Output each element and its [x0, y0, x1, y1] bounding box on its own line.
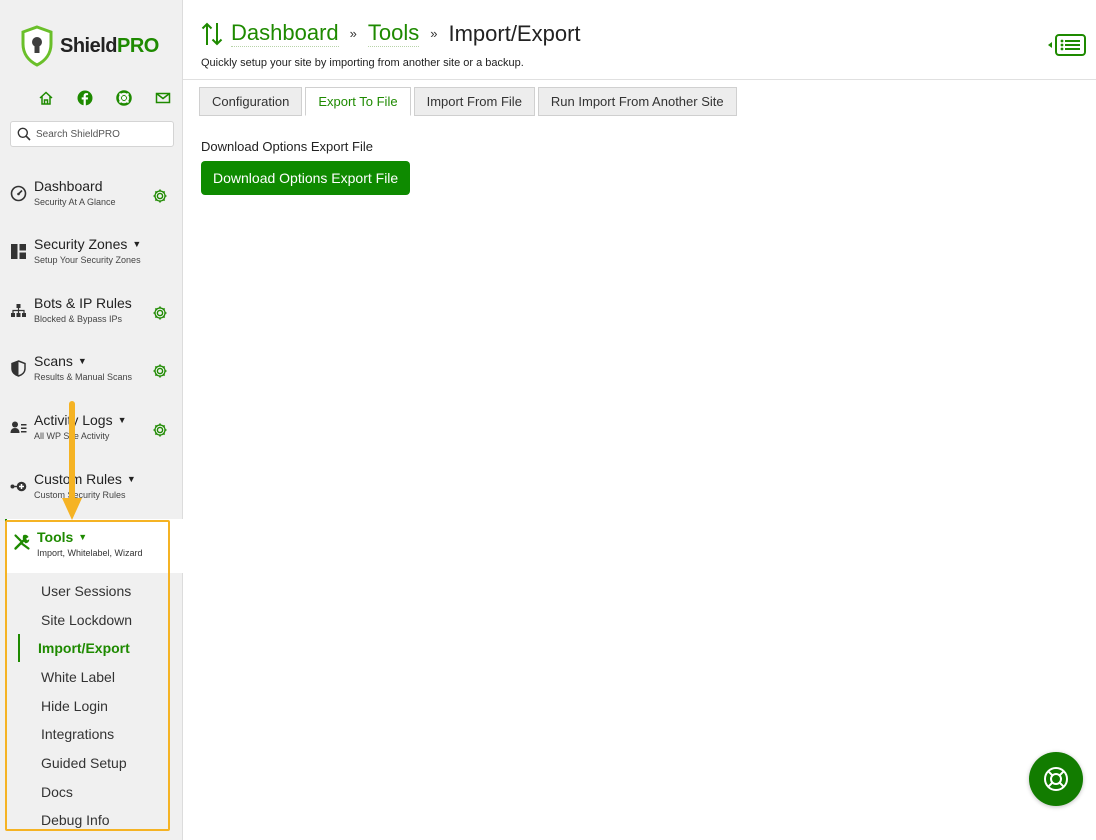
search-icon: [17, 127, 31, 141]
gear-icon[interactable]: [152, 305, 168, 321]
help-button[interactable]: [1029, 752, 1083, 806]
gear-icon[interactable]: [152, 363, 168, 379]
shield-lock-icon: [21, 25, 53, 67]
speedometer-icon: [10, 185, 27, 202]
shield-half-icon: [10, 360, 27, 377]
list-menu-icon: [1048, 34, 1086, 56]
submenu-item-import-export[interactable]: Import/Export: [38, 640, 130, 656]
breadcrumb: Dashboard » Tools » Import/Export: [201, 20, 581, 47]
submenu-item-guided-setup[interactable]: Guided Setup: [41, 755, 127, 771]
submenu-item-site-lockdown[interactable]: Site Lockdown: [41, 612, 132, 628]
user-list-icon: [10, 419, 27, 436]
toggle-menu-button[interactable]: [1047, 33, 1087, 57]
tab-export-to-file[interactable]: Export To File: [305, 87, 411, 116]
sidebar-search: [10, 121, 174, 147]
network-icon: [10, 302, 27, 319]
submenu-item-hide-login[interactable]: Hide Login: [41, 698, 108, 714]
sidebar-item-subtitle: Blocked & Bypass IPs: [34, 314, 123, 324]
sidebar: ShieldPRO Dashboard Security At A Glance: [0, 0, 183, 840]
submenu-item-docs[interactable]: Docs: [41, 784, 73, 800]
submenu-item-integrations[interactable]: Integrations: [41, 726, 114, 742]
home-icon[interactable]: [26, 90, 65, 106]
email-icon[interactable]: [143, 90, 182, 106]
logo-text: ShieldPRO: [60, 34, 159, 57]
sidebar-item-activity-logs[interactable]: Activity Logs ▼ All WP Site Activity: [0, 410, 183, 460]
caret-down-icon: ▼: [77, 356, 87, 366]
shieldpro-logo[interactable]: ShieldPRO: [20, 24, 159, 68]
sidebar-item-bots-ip-rules[interactable]: Bots & IP Rules Blocked & Bypass IPs: [0, 293, 183, 343]
sidebar-item-dashboard[interactable]: Dashboard Security At A Glance: [0, 176, 183, 226]
sidebar-item-subtitle: Security At A Glance: [34, 197, 116, 207]
submenu-item-white-label[interactable]: White Label: [41, 669, 115, 685]
tab-import-from-file[interactable]: Import From File: [413, 87, 535, 116]
active-indicator: [18, 634, 20, 662]
layout-grid-icon: [10, 243, 27, 260]
sidebar-item-tools[interactable]: Tools ▼ Import, Whitelabel, Wizard: [5, 519, 183, 573]
caret-down-icon: ▼: [117, 415, 127, 425]
submenu-item-debug-info[interactable]: Debug Info: [41, 812, 110, 828]
gear-icon[interactable]: [152, 422, 168, 438]
export-section-label: Download Options Export File: [201, 139, 373, 154]
sidebar-item-scans[interactable]: Scans ▼ Results & Manual Scans: [0, 351, 183, 401]
import-export-arrows-icon: [201, 22, 223, 45]
page-header: Dashboard » Tools » Import/Export Quickl…: [183, 0, 1096, 80]
sidebar-item-label: Scans ▼: [34, 353, 87, 369]
breadcrumb-link-dashboard[interactable]: Dashboard: [231, 20, 339, 47]
sidebar-item-security-zones[interactable]: Security Zones ▼ Setup Your Security Zone…: [0, 234, 183, 284]
main-content: Dashboard » Tools » Import/Export Quickl…: [183, 0, 1096, 840]
caret-down-icon: ▼: [78, 532, 88, 542]
support-lifebuoy-icon[interactable]: [104, 90, 143, 106]
gear-icon[interactable]: [152, 188, 168, 204]
sidebar-item-label: Custom Rules ▼: [34, 471, 136, 487]
breadcrumb-separator: »: [349, 26, 357, 41]
sidebar-item-subtitle: All WP Site Activity: [34, 431, 110, 441]
tab-bar: Configuration Export To File Import From…: [199, 87, 740, 116]
sidebar-item-subtitle: Custom Security Rules: [34, 490, 126, 500]
facebook-icon[interactable]: [65, 90, 104, 106]
page-subtitle: Quickly setup your site by importing fro…: [201, 57, 524, 69]
page-title: Import/Export: [448, 20, 581, 46]
caret-down-icon: ▼: [126, 474, 136, 484]
sidebar-item-label: Dashboard: [34, 178, 103, 194]
download-export-file-button[interactable]: Download Options Export File: [201, 161, 411, 195]
sidebar-item-label: Tools ▼: [37, 529, 88, 545]
search-input[interactable]: [36, 128, 166, 140]
sidebar-item-subtitle: Results & Manual Scans: [34, 372, 133, 382]
sidebar-item-label: Bots & IP Rules: [34, 295, 132, 311]
tab-run-import-from-another-site[interactable]: Run Import From Another Site: [537, 87, 737, 116]
breadcrumb-link-tools[interactable]: Tools: [367, 20, 420, 47]
sidebar-item-subtitle: Setup Your Security Zones: [34, 255, 141, 265]
tools-icon: [13, 533, 31, 551]
sidebar-item-label: Activity Logs ▼: [34, 412, 127, 428]
caret-down-icon: ▼: [132, 239, 142, 249]
node-plus-icon: [10, 478, 27, 495]
tab-configuration[interactable]: Configuration: [199, 87, 303, 116]
sidebar-item-subtitle: Import, Whitelabel, Wizard: [37, 548, 143, 558]
breadcrumb-separator: »: [430, 26, 438, 41]
submenu-item-user-sessions[interactable]: User Sessions: [41, 583, 131, 599]
sidebar-item-label: Security Zones ▼: [34, 236, 142, 252]
lifebuoy-icon: [1044, 767, 1068, 791]
sidebar-item-custom-rules[interactable]: Custom Rules ▼ Custom Security Rules: [0, 469, 183, 519]
quick-links: [26, 90, 182, 106]
